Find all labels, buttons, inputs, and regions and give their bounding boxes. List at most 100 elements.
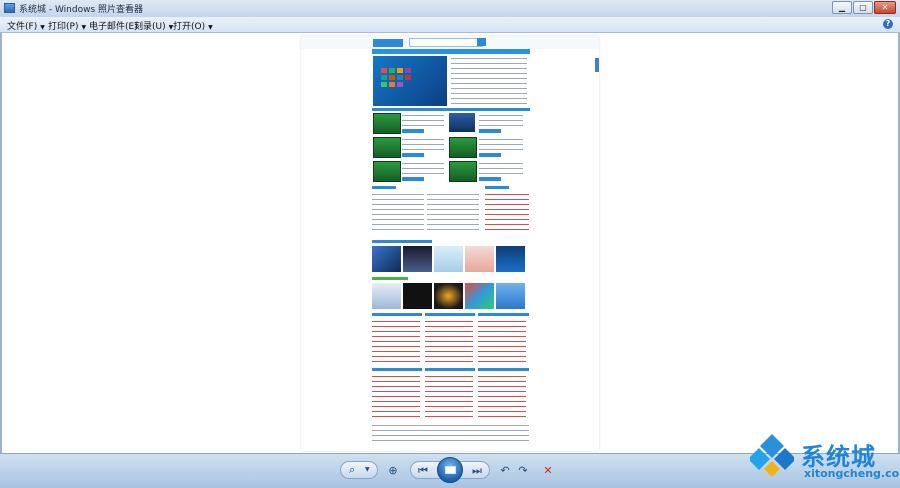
image-tile <box>381 75 387 80</box>
menu-bar: 文件(F) ▼ 打印(P) ▼ 电子邮件(E) 刻录(U) ▼ 打开(O) ▼ ? <box>0 17 900 33</box>
menu-print[interactable]: 打印(P) ▼ <box>48 19 86 32</box>
dropdown-arrow-icon: ▼ <box>208 24 213 31</box>
image-text-block <box>402 113 444 127</box>
help-icon[interactable]: ? <box>883 19 893 29</box>
image-tile <box>397 68 403 73</box>
image-hot-list <box>485 192 529 234</box>
watermark-logo <box>750 434 794 476</box>
photo-viewer-app-icon <box>4 3 15 13</box>
menu-file[interactable]: 文件(F) ▼ <box>7 19 45 32</box>
image-download-button <box>402 129 424 133</box>
image-thumb-green <box>373 137 401 158</box>
image-text-block <box>479 137 523 151</box>
image-text-block <box>402 137 444 151</box>
next-icon[interactable]: ⏭ <box>470 464 484 478</box>
rotate-clockwise-icon[interactable]: ↷ <box>516 464 530 478</box>
image-thumb-green <box>449 161 477 182</box>
actual-size-icon[interactable]: ⊕ <box>386 464 400 478</box>
image-nav-bar <box>372 49 530 54</box>
image-hero-banner <box>373 56 447 106</box>
image-wallpaper-thumb <box>403 246 432 272</box>
image-thumb-green <box>373 161 401 182</box>
rotate-counterclockwise-icon[interactable]: ↶ <box>498 464 512 478</box>
image-article-list <box>372 319 420 363</box>
image-section-bar <box>425 368 475 371</box>
image-section-bar <box>478 368 529 371</box>
slideshow-icon <box>445 466 456 474</box>
window-title: 系统城 - Windows 照片查看器 <box>19 5 144 15</box>
image-article-list <box>478 374 526 418</box>
image-tile <box>405 75 411 80</box>
window-controls: ▁ ▢ ✕ <box>832 1 896 14</box>
menu-email-label: 电子邮件(E) <box>89 22 138 32</box>
image-side-scroll-tab <box>595 58 599 72</box>
menu-open[interactable]: 打开(O) ▼ <box>173 19 213 32</box>
image-tile <box>397 75 403 80</box>
menu-email[interactable]: 电子邮件(E) <box>89 19 138 32</box>
menu-print-label: 打印(P) <box>48 22 79 32</box>
image-wallpaper-thumb <box>465 246 494 272</box>
image-logo <box>373 39 403 47</box>
image-search-button <box>477 38 486 46</box>
image-wallpaper-thumb <box>496 246 525 272</box>
image-section-bar <box>372 368 422 371</box>
image-software-thumb <box>496 283 525 309</box>
image-footer-links <box>372 423 529 445</box>
image-list-column <box>427 192 479 234</box>
slideshow-button[interactable] <box>437 457 463 483</box>
dropdown-arrow-icon: ▼ <box>365 466 370 473</box>
previous-icon[interactable]: ⏮ <box>416 464 430 478</box>
image-tile <box>397 82 403 87</box>
dropdown-arrow-icon: ▼ <box>81 24 87 31</box>
image-section-bar <box>425 313 475 316</box>
minimize-button[interactable]: ▁ <box>832 1 852 14</box>
image-download-button <box>479 153 501 157</box>
image-tile <box>381 68 387 73</box>
logo-diamond-bottom <box>764 461 780 476</box>
image-article-list <box>425 374 473 418</box>
image-wallpaper-thumb <box>372 246 401 272</box>
image-list-column <box>372 192 424 234</box>
maximize-button[interactable]: ▢ <box>853 1 873 14</box>
image-tile <box>381 82 387 87</box>
image-download-button <box>402 153 424 157</box>
delete-icon[interactable]: ✕ <box>541 464 555 478</box>
image-thumb-blue <box>449 113 475 132</box>
image-section-bar <box>372 108 530 111</box>
dropdown-arrow-icon: ▼ <box>40 24 45 31</box>
image-article-list <box>478 319 526 363</box>
image-tile <box>405 68 411 73</box>
image-text-block <box>479 161 523 175</box>
image-software-thumb <box>434 283 463 309</box>
viewport-border-left <box>0 33 2 453</box>
image-software-thumb <box>465 283 494 309</box>
close-button[interactable]: ✕ <box>874 1 896 14</box>
image-article-list <box>372 374 420 418</box>
image-software-thumb <box>372 283 401 309</box>
image-thumb-green <box>373 113 401 134</box>
image-wallpaper-thumb <box>434 246 463 272</box>
menu-open-label: 打开(O) <box>173 22 206 32</box>
image-section-bar <box>372 313 422 316</box>
menu-file-label: 文件(F) <box>7 22 38 32</box>
image-download-button <box>479 129 501 133</box>
image-section-bar <box>372 277 408 280</box>
image-text-block <box>479 113 523 127</box>
image-thumb-green <box>449 137 477 158</box>
displayed-webpage-image <box>301 36 599 451</box>
image-download-button <box>402 177 424 181</box>
watermark-url: xitongcheng.com <box>804 467 900 480</box>
image-section-bar <box>478 313 529 316</box>
image-search-box <box>409 38 483 47</box>
menu-burn-label: 刻录(U) <box>134 22 166 32</box>
image-tile <box>389 75 395 80</box>
menu-burn[interactable]: 刻录(U) ▼ <box>134 19 173 32</box>
zoom-icon: ⌕ <box>349 463 356 476</box>
title-bar: 系统城 - Windows 照片查看器 ▁ ▢ ✕ <box>0 0 900 18</box>
image-news-list <box>451 56 527 104</box>
zoom-button[interactable]: ⌕ ▼ <box>340 461 378 479</box>
image-software-thumb <box>403 283 432 309</box>
image-section-bar <box>485 186 509 189</box>
image-section-bar <box>372 240 432 243</box>
image-download-button <box>479 177 501 181</box>
